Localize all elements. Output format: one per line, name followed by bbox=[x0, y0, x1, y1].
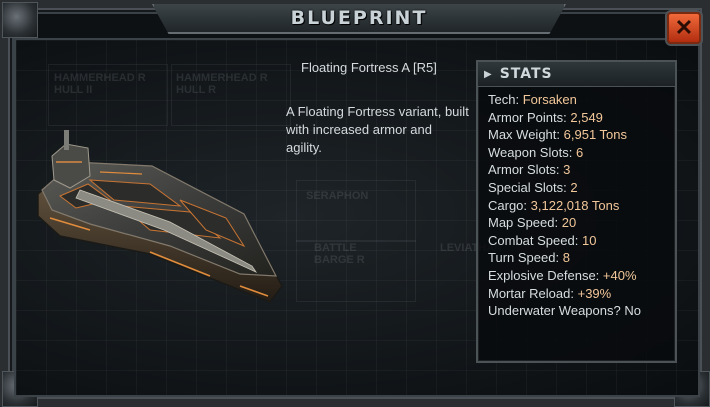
stat-value: 2 bbox=[570, 179, 578, 195]
stat-label: Armor Slots: bbox=[488, 162, 560, 178]
background-card-label: HAMMERHEAD R HULL R bbox=[176, 72, 268, 96]
stat-label: Map Speed: bbox=[488, 215, 559, 231]
ship-name: Floating Fortress A [R5] bbox=[301, 60, 437, 75]
triangle-right-icon: ▶ bbox=[484, 68, 492, 80]
stat-row-combat-speed: Combat Speed: 10 bbox=[488, 232, 675, 250]
stat-value: 6 bbox=[575, 144, 584, 160]
stat-label: Mortar Reload: bbox=[488, 285, 574, 301]
stat-label: Weapon Slots: bbox=[488, 144, 573, 160]
stat-value: 2,549 bbox=[570, 109, 603, 125]
stat-value: 6,951 Tons bbox=[563, 127, 628, 143]
stat-row-weapon-slots: Weapon Slots: 6 bbox=[488, 144, 675, 162]
stats-header[interactable]: ▶ STATS bbox=[478, 62, 675, 87]
stat-row-underwater-weapons: Underwater Weapons? No bbox=[488, 302, 675, 320]
window-title: BLUEPRINT bbox=[290, 7, 428, 29]
stat-value: 20 bbox=[561, 215, 577, 231]
stats-title: STATS bbox=[499, 66, 553, 82]
stat-label: Special Slots: bbox=[488, 179, 567, 195]
close-button[interactable]: ✕ bbox=[667, 12, 701, 44]
stat-label: Tech: bbox=[488, 92, 520, 107]
stat-row-map-speed: Map Speed: 20 bbox=[488, 214, 675, 232]
stat-value: Forsaken bbox=[522, 92, 577, 107]
blueprint-window: HAMMERHEAD R HULL II HAMMERHEAD R HULL R… bbox=[0, 0, 710, 407]
stat-row-turn-speed: Turn Speed: 8 bbox=[488, 249, 675, 267]
stat-value: 8 bbox=[562, 250, 570, 266]
stats-list: Tech: Forsaken Armor Points: 2,549 Max W… bbox=[478, 87, 675, 320]
stat-row-explosive-defense: Explosive Defense: +40% bbox=[488, 267, 675, 285]
stat-value: No bbox=[624, 303, 641, 319]
stats-panel: ▶ STATS Tech: Forsaken Armor Points: 2,5… bbox=[476, 60, 677, 363]
corner-rivet bbox=[2, 2, 38, 38]
stat-value: +39% bbox=[577, 285, 612, 301]
background-card-label: BATTLE BARGE R bbox=[314, 242, 365, 266]
stat-label: Underwater Weapons? bbox=[488, 303, 621, 319]
stat-row-mortar-reload: Mortar Reload: +39% bbox=[488, 285, 675, 303]
stat-value: 10 bbox=[581, 232, 597, 248]
close-icon: ✕ bbox=[674, 15, 694, 40]
stat-row-tech: Tech: Forsaken bbox=[488, 91, 675, 109]
background-card-label: SERAPHON bbox=[306, 190, 369, 202]
stat-row-max-weight: Max Weight: 6,951 Tons bbox=[488, 126, 675, 144]
stat-label: Turn Speed: bbox=[488, 250, 560, 266]
stat-label: Armor Points: bbox=[488, 109, 567, 125]
stat-label: Combat Speed: bbox=[488, 232, 579, 248]
ship-description: A Floating Fortress variant, built with … bbox=[286, 104, 469, 155]
stat-value: 3 bbox=[563, 162, 571, 178]
title-banner: BLUEPRINT bbox=[152, 4, 566, 34]
stat-label: Explosive Defense: bbox=[488, 267, 600, 283]
stat-row-special-slots: Special Slots: 2 bbox=[488, 179, 675, 197]
stat-row-armor-points: Armor Points: 2,549 bbox=[488, 109, 675, 127]
stat-row-armor-slots: Armor Slots: 3 bbox=[488, 161, 675, 179]
background-card-label: HAMMERHEAD R HULL II bbox=[54, 72, 146, 96]
stat-label: Max Weight: bbox=[488, 127, 561, 143]
stat-row-cargo: Cargo: 3,122,018 Tons bbox=[488, 197, 675, 215]
ship-image bbox=[37, 130, 283, 303]
stat-value: 3,122,018 Tons bbox=[530, 197, 620, 213]
stat-label: Cargo: bbox=[488, 197, 528, 213]
stat-value: +40% bbox=[602, 267, 637, 283]
